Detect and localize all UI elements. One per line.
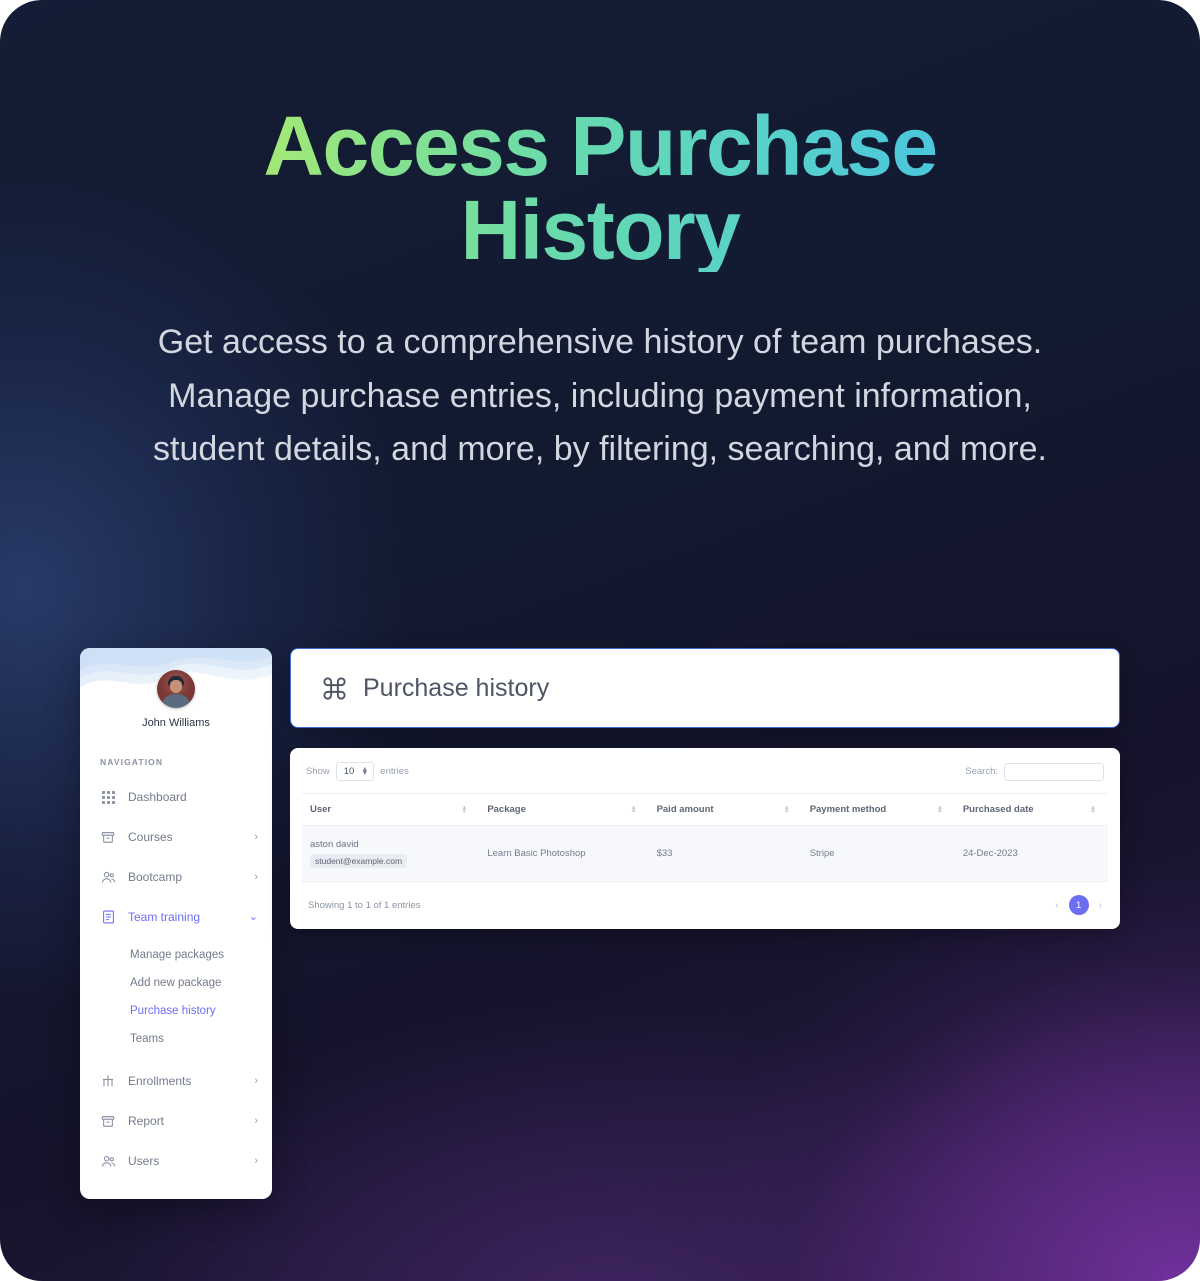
column-header-user[interactable]: User ▲ ▼: [302, 793, 480, 826]
table-header-row: User ▲ ▼ Package ▲ ▼ Paid amount ▲ ▼ Pay…: [302, 793, 1108, 826]
sidebar-item-bootcamp[interactable]: Bootcamp ›: [80, 857, 272, 897]
sort-icon: ▲ ▼: [461, 804, 468, 815]
sidebar-item-label: Courses: [128, 830, 173, 844]
column-label: User: [310, 804, 332, 815]
hero-section: Access Purchase History Get access to a …: [0, 0, 1200, 477]
sidebar-subitem-manage-packages[interactable]: Manage packages: [80, 941, 272, 969]
column-label: Payment method: [809, 804, 887, 815]
sidebar-item-label: Enrollments: [128, 1074, 192, 1088]
people-icon: [100, 869, 116, 885]
stepper-icon: ▲ ▼: [361, 765, 369, 777]
sidebar-item-label: Bootcamp: [128, 870, 183, 884]
table-row[interactable]: aston david student@example.com Learn Ba…: [302, 825, 1108, 882]
panel-title: Purchase history: [363, 673, 550, 702]
cell-user: aston david student@example.com: [302, 825, 480, 882]
cell-package: Learn Basic Photoshop: [479, 825, 649, 882]
search-label: Search:: [965, 766, 998, 777]
sidebar-item-label: Report: [128, 1114, 165, 1128]
sidebar-item-courses[interactable]: Courses ›: [80, 817, 272, 857]
document-icon: [100, 909, 116, 925]
command-icon: [319, 673, 349, 703]
cell-payment-method: Stripe: [801, 825, 955, 882]
chevron-right-icon: ›: [254, 870, 258, 883]
main-content: Purchase history Show 10 ▲ ▼ entries Sear…: [290, 648, 1120, 929]
pagination-page-1[interactable]: 1: [1068, 895, 1089, 915]
datatable-footer: Showing 1 to 1 of 1 entries ‹ 1 ›: [302, 882, 1108, 919]
cell-paid-amount: $33: [648, 825, 802, 882]
avatar: [157, 670, 195, 708]
grid-icon: [100, 789, 116, 805]
sidebar-item-label: Team training: [128, 910, 201, 924]
pagination-prev-button[interactable]: ‹: [1055, 900, 1058, 911]
chevron-down-icon: ⌄: [248, 910, 258, 923]
column-header-payment-method[interactable]: Payment method ▲ ▼: [801, 793, 955, 826]
column-label: Package: [487, 804, 526, 815]
search-input[interactable]: [1004, 762, 1104, 781]
datatable-card: Show 10 ▲ ▼ entries Search: User ▲ ▼ Pac…: [290, 748, 1120, 929]
show-label: Show: [306, 766, 330, 777]
profile-name: John Williams: [142, 717, 210, 729]
people-icon: [100, 1153, 116, 1169]
sidebar-item-enrollments[interactable]: Enrollments ›: [80, 1061, 272, 1101]
sidebar-subitem-purchase-history[interactable]: Purchase history: [80, 997, 272, 1025]
column-header-paid-amount[interactable]: Paid amount ▲ ▼: [648, 793, 802, 826]
sidebar-item-report[interactable]: Report ›: [80, 1101, 272, 1141]
cell-purchased-date: 24-Dec-2023: [954, 825, 1108, 882]
chevron-right-icon: ›: [254, 1154, 258, 1167]
pagination-next-button[interactable]: ›: [1099, 900, 1102, 911]
datatable-controls: Show 10 ▲ ▼ entries Search:: [302, 762, 1108, 793]
page-title: Access Purchase History: [0, 104, 1200, 272]
sort-icon: ▲ ▼: [936, 804, 943, 815]
page-subtitle: Get access to a comprehensive history of…: [153, 323, 1047, 469]
chevron-right-icon: ›: [254, 1114, 258, 1127]
sidebar-subitem-add-new-package[interactable]: Add new package: [80, 969, 272, 997]
page-root: Access Purchase History Get access to a …: [0, 0, 1200, 1281]
table-body: aston david student@example.com Learn Ba…: [302, 825, 1108, 882]
sidebar: John Williams NAVIGATION Dashboard Cours…: [80, 648, 272, 1199]
archive-icon: [100, 1113, 116, 1129]
sidebar-item-users[interactable]: Users ›: [80, 1141, 272, 1181]
page-length-value: 10: [343, 766, 355, 777]
search-control: Search:: [965, 762, 1104, 781]
bar-chart-icon: [100, 1073, 116, 1089]
page-length-control: Show 10 ▲ ▼ entries: [306, 762, 409, 781]
chevron-right-icon: ›: [254, 1074, 258, 1087]
sidebar-subnav: Manage packages Add new package Purchase…: [80, 937, 272, 1061]
sidebar-item-label: Users: [128, 1154, 160, 1168]
entries-info: Showing 1 to 1 of 1 entries: [308, 899, 421, 911]
chevron-right-icon: ›: [254, 830, 258, 843]
user-name: aston david: [310, 839, 359, 850]
sidebar-item-team-training[interactable]: Team training ⌄: [80, 897, 272, 937]
pagination: ‹ 1 ›: [1055, 895, 1102, 915]
column-label: Purchased date: [962, 804, 1034, 815]
archive-icon: [100, 829, 116, 845]
column-header-package[interactable]: Package ▲ ▼: [479, 793, 649, 826]
panel-header: Purchase history: [290, 648, 1120, 728]
profile-block: John Williams: [80, 648, 272, 729]
sort-icon: ▲ ▼: [1090, 804, 1096, 815]
page-length-select[interactable]: 10 ▲ ▼: [335, 762, 375, 781]
column-header-purchased-date[interactable]: Purchased date ▲ ▼: [954, 793, 1108, 826]
column-label: Paid amount: [656, 804, 714, 815]
sidebar-item-label: Dashboard: [128, 790, 187, 804]
sidebar-subitem-teams[interactable]: Teams: [80, 1025, 272, 1053]
entries-label: entries: [380, 766, 409, 777]
sidebar-nav: Dashboard Courses › Bootcamp › Team trai…: [80, 777, 272, 1199]
sort-icon: ▲ ▼: [783, 804, 790, 815]
sort-icon: ▲ ▼: [630, 804, 637, 815]
navigation-label: NAVIGATION: [100, 757, 164, 767]
sidebar-item-dashboard[interactable]: Dashboard: [80, 777, 272, 817]
purchase-history-table: User ▲ ▼ Package ▲ ▼ Paid amount ▲ ▼ Pay…: [302, 793, 1108, 882]
table-head: User ▲ ▼ Package ▲ ▼ Paid amount ▲ ▼ Pay…: [302, 793, 1108, 826]
user-email-badge: student@example.com: [310, 854, 408, 868]
